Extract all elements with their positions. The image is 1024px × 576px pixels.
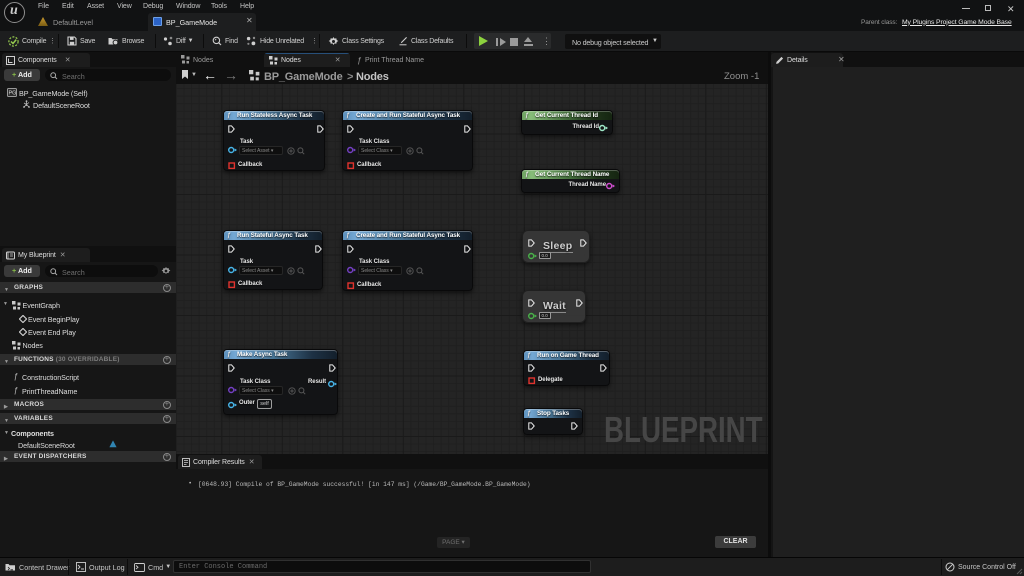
svg-text:PG: PG [9, 91, 17, 97]
